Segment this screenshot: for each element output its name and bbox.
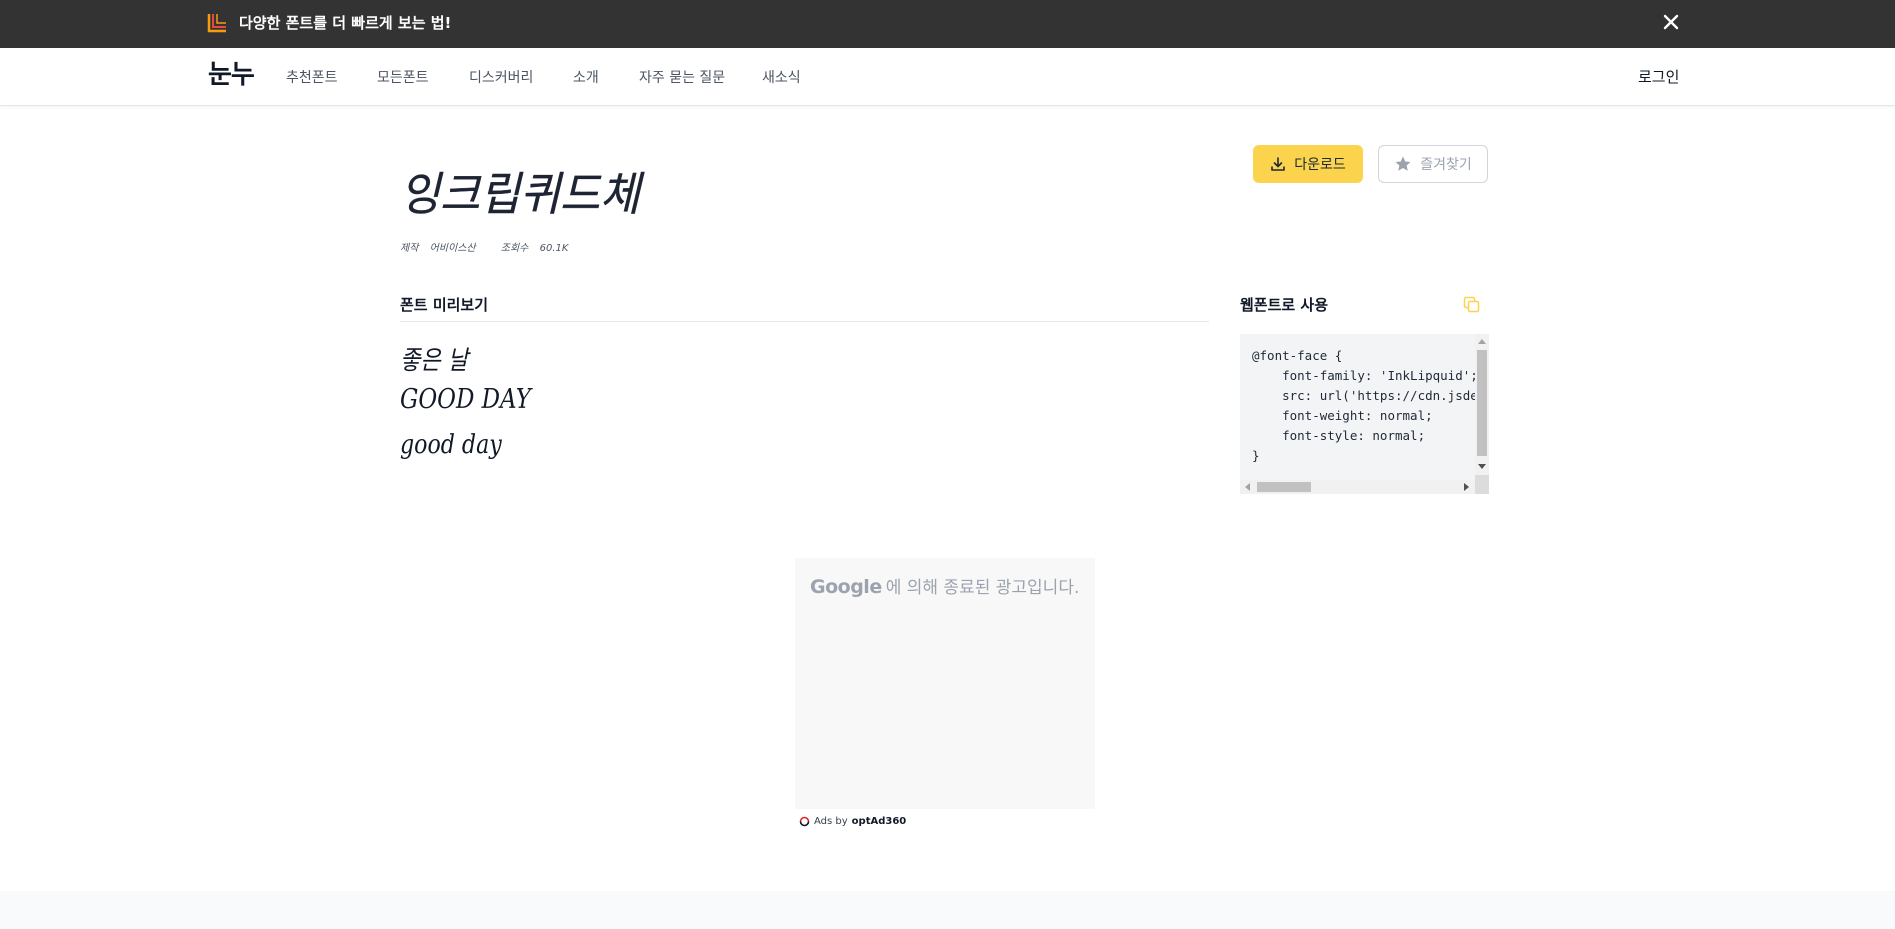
webfont-code-box[interactable]: @font-face { font-family: 'InkLipquid'; … xyxy=(1240,334,1489,494)
scroll-right-icon[interactable] xyxy=(1464,483,1469,491)
banner-text[interactable]: 다양한 폰트를 더 빠르게 보는 법! xyxy=(239,13,451,33)
scrollbar-corner xyxy=(1475,475,1489,494)
scroll-up-icon[interactable] xyxy=(1478,339,1486,344)
scroll-thumb[interactable] xyxy=(1477,350,1487,456)
nunu-logo-icon xyxy=(207,12,229,34)
ad-closed-text: 에 의해 종료된 광고입니다. xyxy=(885,578,1080,598)
ad-attribution[interactable]: Ads by optAd360 xyxy=(799,816,906,827)
nav-item-faq[interactable]: 자주 묻는 질문 xyxy=(639,69,725,87)
ad-footer-brand: optAd360 xyxy=(851,816,907,827)
optad-icon xyxy=(799,816,810,827)
copy-icon[interactable] xyxy=(1463,296,1480,313)
nav-item-all-fonts[interactable]: 모든폰트 xyxy=(377,69,429,87)
ad-slot: Google 에 의해 종료된 광고입니다. xyxy=(795,558,1095,809)
main-nav: 눈누 추천폰트 모든폰트 디스커버리 소개 자주 묻는 질문 새소식 로그인 xyxy=(0,48,1895,106)
font-title-text: 잉크립퀴드체 xyxy=(400,167,645,221)
site-logo[interactable]: 눈누 xyxy=(208,60,255,90)
favorite-button[interactable]: 즐겨찾기 xyxy=(1378,145,1488,183)
vertical-scrollbar[interactable] xyxy=(1475,334,1489,475)
font-meta: 제작 어비이스산 조회수 60.1K xyxy=(400,242,576,256)
star-icon xyxy=(1395,156,1411,171)
footer xyxy=(0,891,1895,929)
divider xyxy=(400,321,1209,322)
horizontal-scrollbar[interactable] xyxy=(1240,480,1475,494)
preview-line-lower: good day xyxy=(400,430,502,460)
nav-item-about[interactable]: 소개 xyxy=(573,69,599,87)
maker-name[interactable]: 어비이스산 xyxy=(430,243,476,254)
views-count: 60.1K xyxy=(539,243,569,254)
scroll-left-icon[interactable] xyxy=(1245,483,1250,491)
nav-item-recommended[interactable]: 추천폰트 xyxy=(286,69,338,87)
webfont-title: 웹폰트로 사용 xyxy=(1240,296,1329,314)
font-title: 잉크립퀴드체 xyxy=(400,167,646,221)
download-label: 다운로드 xyxy=(1294,157,1346,173)
preview-line-upper: GOOD DAY xyxy=(400,384,531,415)
preview-title: 폰트 미리보기 xyxy=(400,296,489,314)
scroll-thumb-horizontal[interactable] xyxy=(1257,482,1311,492)
login-link[interactable]: 로그인 xyxy=(1638,68,1679,86)
preview-line-korean: 좋은 날 xyxy=(400,346,469,376)
scroll-down-icon[interactable] xyxy=(1478,464,1486,469)
download-icon xyxy=(1271,157,1286,171)
ad-closed-message: Google 에 의해 종료된 광고입니다. xyxy=(810,573,1079,598)
google-wordmark: Google xyxy=(810,576,882,598)
nav-item-news[interactable]: 새소식 xyxy=(762,69,801,87)
promo-banner: 다양한 폰트를 더 빠르게 보는 법! xyxy=(0,0,1895,48)
favorite-label: 즐겨찾기 xyxy=(1420,157,1472,173)
close-icon[interactable] xyxy=(1659,10,1683,34)
webfont-code[interactable]: @font-face { font-family: 'InkLipquid'; … xyxy=(1252,346,1489,466)
views-label: 조회수 xyxy=(500,243,529,254)
maker-label: 제작 xyxy=(400,243,419,254)
ad-footer-prefix: Ads by xyxy=(814,816,848,827)
download-button[interactable]: 다운로드 xyxy=(1253,145,1363,183)
nav-item-discovery[interactable]: 디스커버리 xyxy=(469,69,533,87)
